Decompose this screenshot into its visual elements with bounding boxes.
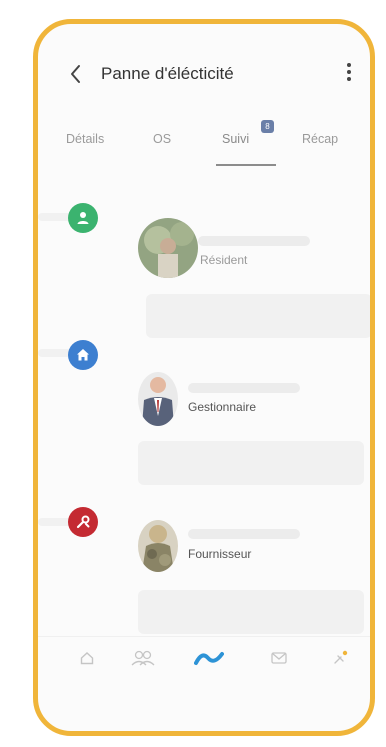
name-placeholder — [188, 383, 300, 393]
home-outline-icon — [80, 652, 94, 665]
nav-home-button[interactable] — [72, 645, 102, 671]
notification-badge: 8 — [261, 120, 274, 133]
role-label: Fournisseur — [188, 547, 252, 561]
tab-suivi[interactable]: Suivi — [222, 132, 249, 168]
app-header: Panne d'élécticité — [38, 24, 370, 124]
message-box[interactable] — [146, 294, 370, 338]
name-placeholder — [188, 529, 300, 539]
timeline-manager-badge — [68, 340, 98, 370]
name-placeholder — [198, 236, 310, 246]
message-box[interactable] — [138, 590, 364, 634]
phone-frame: Panne d'élécticité Détails OS Suivi Réca… — [33, 19, 375, 736]
nav-notifications-button[interactable] — [326, 645, 356, 671]
avatar — [138, 520, 178, 572]
more-menu-button[interactable] — [341, 60, 357, 90]
home-icon — [77, 349, 89, 361]
timeline-connector — [38, 349, 72, 357]
back-button[interactable] — [66, 62, 86, 86]
timeline-connector — [38, 213, 72, 221]
notification-icon — [334, 650, 348, 664]
nav-activity-button[interactable] — [194, 645, 224, 671]
timeline-connector — [38, 518, 72, 526]
active-tab-indicator — [216, 164, 276, 166]
mail-icon — [271, 652, 287, 664]
more-vertical-icon-dot — [347, 63, 351, 67]
avatar — [138, 218, 198, 278]
tab-bar: Détails OS Suivi Récap — [38, 132, 370, 168]
activity-icon — [194, 652, 224, 665]
tab-recap[interactable]: Récap — [302, 132, 338, 168]
wrench-icon — [76, 515, 90, 529]
role-label: Gestionnaire — [188, 400, 257, 414]
user-icon — [77, 212, 89, 224]
users-icon — [131, 650, 155, 666]
message-box[interactable] — [138, 441, 364, 485]
timeline-supplier-badge — [68, 507, 98, 537]
more-vertical-icon-dot — [347, 77, 351, 81]
nav-users-button[interactable] — [128, 645, 158, 671]
timeline-user-badge — [68, 203, 98, 233]
role-label: Résident — [200, 253, 248, 267]
nav-messages-button[interactable] — [264, 645, 294, 671]
tab-os[interactable]: OS — [153, 132, 171, 168]
more-vertical-icon-dot — [347, 70, 351, 74]
bottom-nav — [38, 636, 370, 686]
chevron-left-icon — [71, 65, 80, 83]
avatar — [138, 372, 178, 426]
page-title: Panne d'élécticité — [101, 64, 234, 83]
tab-details[interactable]: Détails — [66, 132, 104, 168]
